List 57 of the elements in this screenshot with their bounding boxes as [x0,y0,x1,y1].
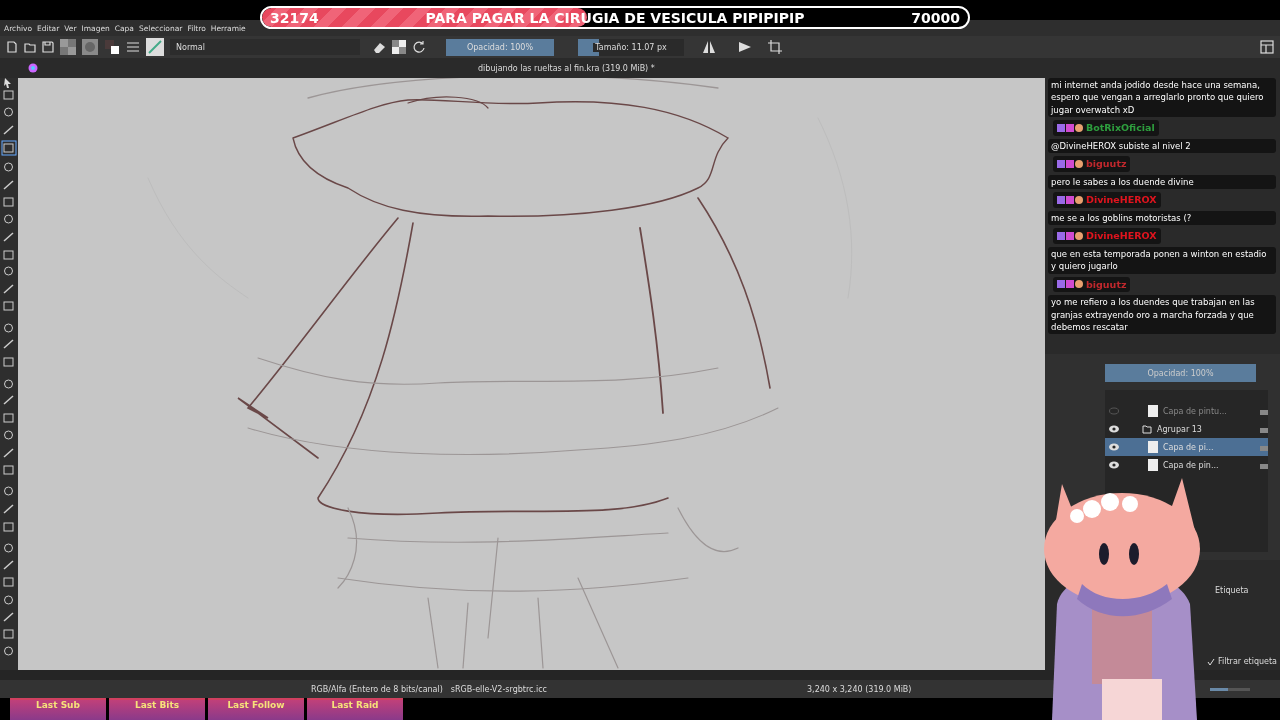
size-slider[interactable]: Tamaño: 11.07 px [578,38,684,56]
save-icon[interactable] [42,41,54,53]
layout-icon[interactable] [1260,40,1274,54]
chat-message: me se a los goblins motoristas (? [1048,210,1276,226]
goal-target: 70000 [911,9,960,26]
alert-label: Last Sub [10,698,106,720]
zoom-slider[interactable] [1210,687,1250,691]
color-swap-icon[interactable] [104,39,120,55]
alert-label: Last Follow [208,698,304,720]
tag-dropdown[interactable]: Etiqueta [1215,586,1249,595]
chat-message: mi internet anda jodido desde hace una semana, espero que vengan a arreglarlo pronto que quiero jugar overwatch xD [1048,78,1276,117]
chat-message: yo me refiero a los duendes que trabajan en las granjas extrayendo oro a marcha forzada y que debemos rescatar [1048,295,1276,335]
badges-icon [1057,232,1083,241]
lock-icon [1260,425,1268,433]
layer-row[interactable]: Capa de pintu... [1105,402,1268,420]
lock-icon [1260,407,1268,415]
eraser-icon[interactable] [372,40,386,54]
blend-mode-dropdown[interactable]: Normal [170,39,360,55]
layer-thumbnail-icon [1148,441,1158,453]
folder-icon [1142,423,1152,435]
filter-checkbox[interactable] [1207,657,1215,666]
filter-label: Filtrar etiqueta [1218,657,1277,666]
eye-icon [1109,425,1119,433]
image-size-label: 3,240 x 3,240 (319.0 MiB) [807,684,912,694]
badges-icon [1057,195,1083,204]
badges-icon [1057,280,1083,289]
reload-icon[interactable] [412,40,426,54]
layer-row[interactable]: Agrupar 13 [1105,420,1268,438]
crop-icon[interactable] [768,40,782,54]
chat-message: @DivineHEROX subiste al nivel 2 [1048,138,1276,153]
new-document-icon[interactable] [6,41,18,53]
goal-current: 32174 [270,9,319,26]
chat-message: que en esta temporada ponen a winton en estadio y quiero jugarlo [1048,246,1276,274]
folder-icon[interactable] [24,41,36,53]
layer-row[interactable]: Capa de pin... [1105,456,1268,474]
gradient-swatch-icon[interactable] [60,39,76,55]
document-title[interactable]: dibujando las rueltas al fin.kra (319.0 MiB) * [478,63,655,73]
badges-icon [1057,123,1083,132]
color-wheel-icon[interactable] [28,63,38,73]
layer-row[interactable]: Capa de pi... [1105,438,1268,456]
eye-icon [1109,443,1119,451]
alpha-lock-icon[interactable] [392,40,406,54]
pattern-swatch-icon[interactable] [82,39,98,55]
lock-icon [1260,461,1268,469]
alert-label: Last Bits [109,698,205,720]
mirror-horizontal-icon[interactable] [702,40,716,54]
color-space-label: RGB/Alfa (Entero de 8 bits/canal) [311,684,443,694]
hidden-eye-icon [1109,407,1119,415]
chat-message: pero le sabes a los duende divine [1048,174,1276,190]
alert-label: Last Raid [307,698,403,720]
badges-icon [1057,159,1083,168]
layer-thumbnail-icon [1148,459,1158,471]
eye-icon [1109,461,1119,469]
color-profile-label: sRGB-elle-V2-srgbtrc.icc [450,684,547,694]
layer-thumbnail-icon [1148,405,1158,417]
lock-icon [1260,443,1268,451]
brush-settings-icon[interactable] [126,41,140,53]
